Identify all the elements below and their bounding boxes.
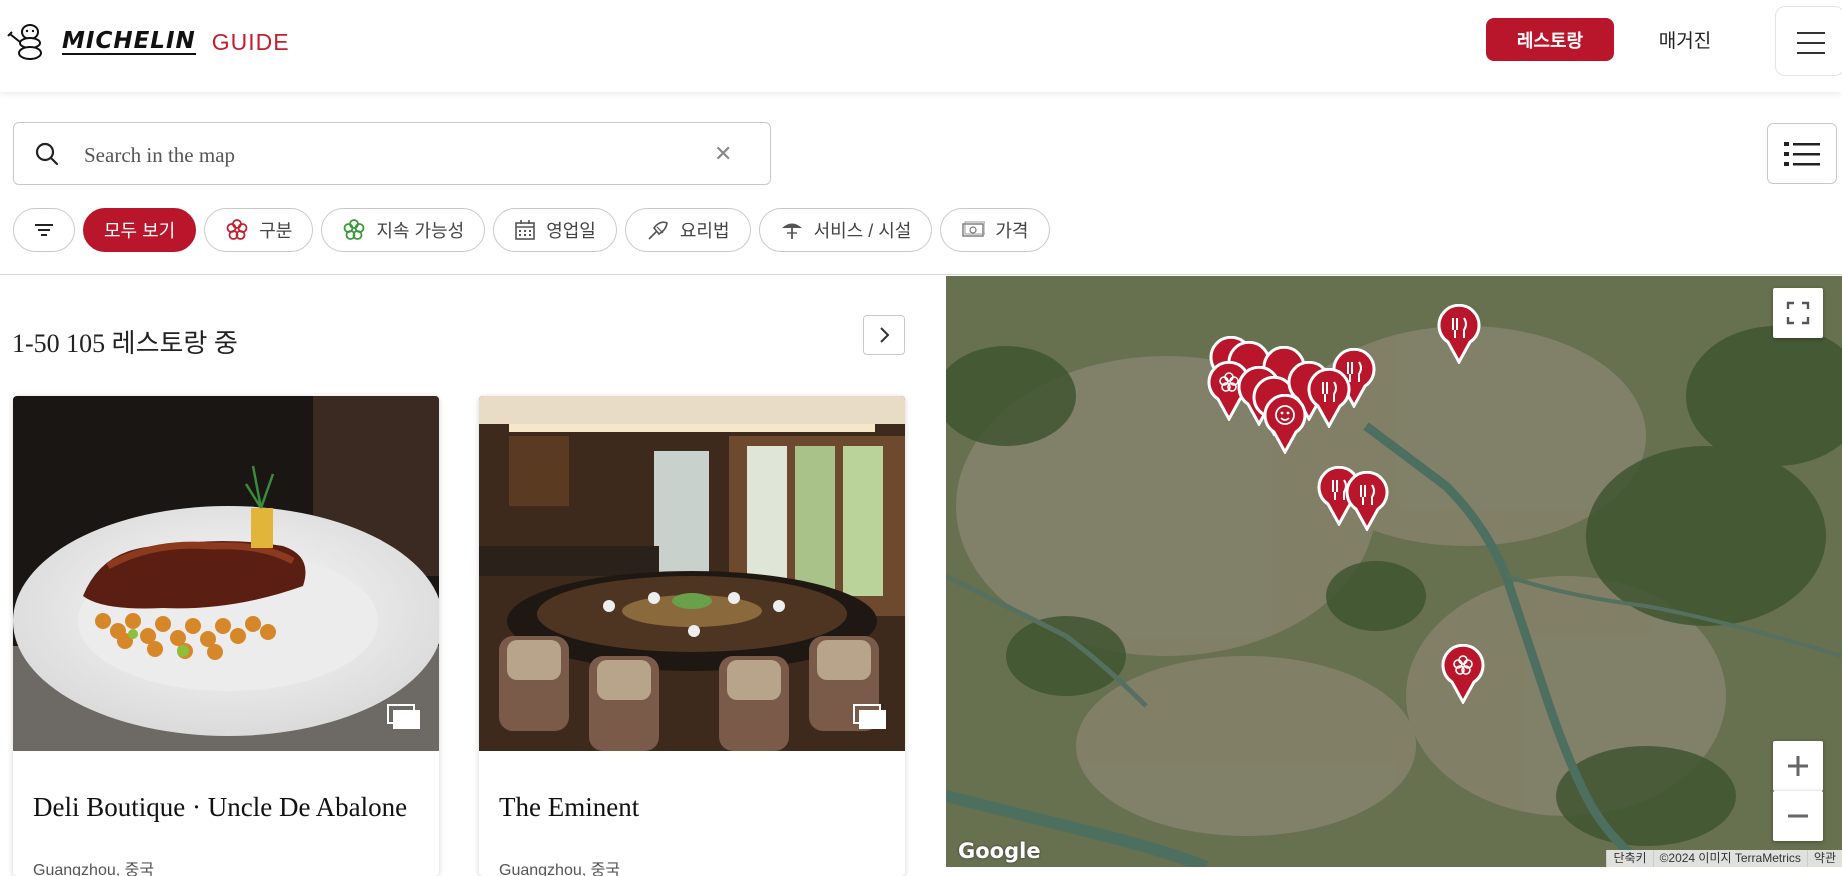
green-clover-icon <box>343 219 365 240</box>
list-view-toggle-button[interactable] <box>1767 123 1837 184</box>
michelin-guide-logo[interactable]: MICHELIN GUIDE <box>6 22 290 62</box>
banknote-icon <box>962 221 986 237</box>
filter-all-label: 모두 보기 <box>104 221 176 241</box>
map-pin-bib-gourmand[interactable] <box>1262 394 1308 454</box>
chevron-right-icon <box>880 327 890 343</box>
plus-icon <box>1788 756 1808 776</box>
list-icon <box>1784 142 1820 166</box>
gallery-icon[interactable] <box>387 704 421 730</box>
map-pin-restaurant[interactable] <box>1344 471 1390 531</box>
filter-services-chip[interactable]: 서비스 / 시설 <box>758 208 933 252</box>
calendar-icon <box>515 220 535 240</box>
bibendum-icon <box>7 24 42 60</box>
menu-line-icon <box>1797 52 1825 54</box>
map-pin-restaurant[interactable] <box>1306 368 1352 428</box>
google-logo: Google <box>958 839 1041 863</box>
zoom-in-button[interactable] <box>1773 741 1823 791</box>
menu-line-icon <box>1797 32 1825 34</box>
restaurant-photo <box>13 396 439 751</box>
filter-opening-days-chip[interactable]: 영업일 <box>493 208 617 252</box>
restaurant-location: Guangzhou, 중국 <box>499 862 621 876</box>
map-pin-michelin-star[interactable] <box>1440 644 1486 704</box>
filter-price-chip[interactable]: 가격 <box>940 208 1050 252</box>
search-icon <box>35 142 59 166</box>
magazine-nav-button[interactable]: 매거진 <box>1640 18 1730 61</box>
results-count: 1-50 105 레스토랑 중 <box>12 329 238 358</box>
clear-search-icon[interactable]: ✕ <box>714 143 732 165</box>
minus-icon <box>1788 814 1808 818</box>
filter-distinction-label: 구분 <box>259 221 293 241</box>
search-input[interactable] <box>82 137 706 173</box>
hamburger-menu-button[interactable] <box>1775 6 1842 76</box>
umbrella-icon <box>781 223 802 239</box>
filter-cuisine-chip[interactable]: 요리법 <box>624 208 751 252</box>
filter-bar: 모두 보기 구분 지속 가능성 영업일 요리법 서비스 / 시설 가격 <box>13 208 1050 254</box>
satellite-imagery <box>946 276 1842 867</box>
restaurant-card[interactable]: The Eminent Guangzhou, 중국 <box>479 396 905 876</box>
restaurant-name[interactable]: Deli Boutique · Uncle De Abalone <box>33 792 423 822</box>
site-header: MICHELIN GUIDE 레스토랑 매거진 <box>0 0 1842 92</box>
logo-michelin-text: MICHELIN <box>62 28 196 55</box>
filter-opening-days-label: 영업일 <box>546 221 596 241</box>
michelin-flower-icon <box>226 219 248 240</box>
map-copyright: ©2024 이미지 TerraMetrics <box>1652 850 1807 867</box>
filter-sustainability-chip[interactable]: 지속 가능성 <box>321 208 486 252</box>
cooking-icon <box>648 221 668 240</box>
menu-line-icon <box>1797 42 1825 44</box>
section-divider <box>0 274 1842 275</box>
filter-settings-button[interactable] <box>13 208 75 252</box>
restaurant-name[interactable]: The Eminent <box>499 792 889 822</box>
filter-services-label: 서비스 / 시설 <box>813 221 912 241</box>
gallery-icon[interactable] <box>853 704 887 730</box>
restaurant-photo <box>479 396 905 751</box>
filter-all-chip[interactable]: 모두 보기 <box>83 208 197 252</box>
next-page-button[interactable] <box>863 315 905 355</box>
restaurant-location: Guangzhou, 중국 <box>33 862 155 876</box>
restaurants-nav-button[interactable]: 레스토랑 <box>1486 18 1614 61</box>
filter-cuisine-label: 요리법 <box>679 221 730 241</box>
keyboard-shortcuts-link[interactable]: 단축키 <box>1606 850 1652 867</box>
map-attribution: 단축키 ©2024 이미지 TerraMetrics 약관 <box>1606 850 1842 867</box>
map-search-box: ✕ <box>13 122 771 185</box>
zoom-out-button[interactable] <box>1773 791 1823 841</box>
filter-price-label: 가격 <box>995 221 1029 241</box>
logo-guide-text: GUIDE <box>211 28 290 55</box>
restaurant-card[interactable]: Deli Boutique · Uncle De Abalone Guangzh… <box>13 396 439 876</box>
filter-sustainability-label: 지속 가능성 <box>376 221 465 241</box>
map-pin-restaurant[interactable] <box>1436 304 1482 364</box>
filter-distinction-chip[interactable]: 구분 <box>204 208 314 252</box>
fullscreen-icon <box>1786 301 1810 325</box>
restaurant-map[interactable]: Google 단축키 ©2024 이미지 TerraMetrics 약관 <box>946 276 1842 867</box>
terms-link[interactable]: 약관 <box>1806 850 1842 867</box>
filter-icon <box>35 224 53 236</box>
fullscreen-button[interactable] <box>1773 288 1823 338</box>
